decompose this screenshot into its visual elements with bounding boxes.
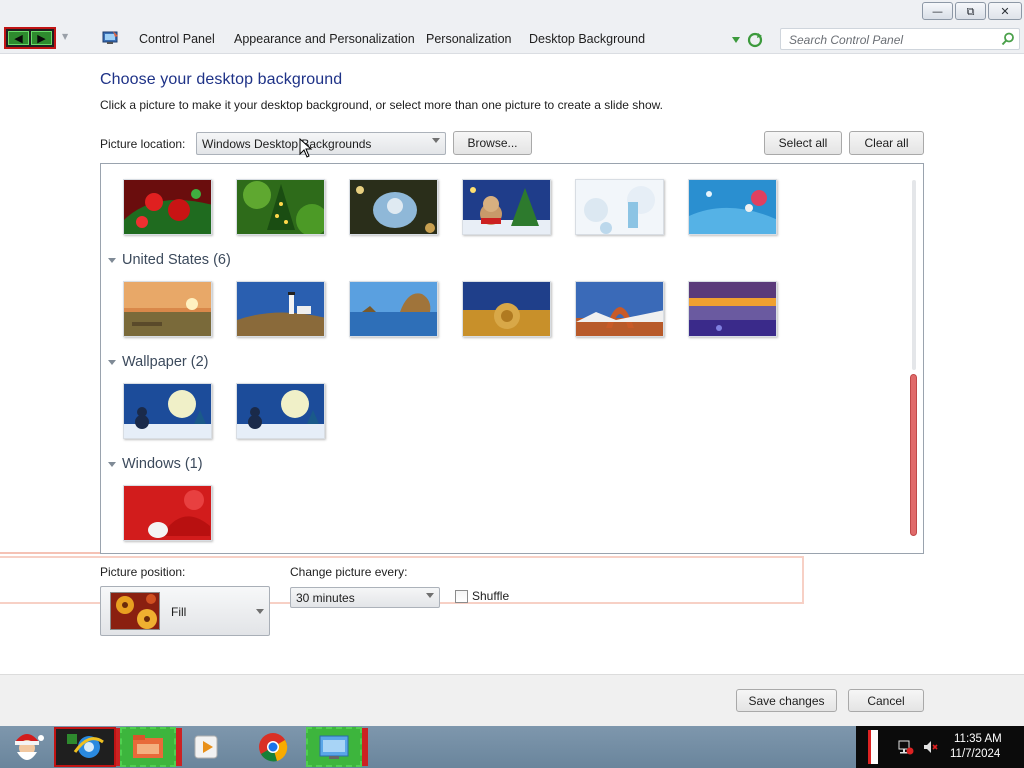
mouse-pointer-icon	[299, 138, 313, 158]
group-header-united-states[interactable]: United States (6)	[108, 252, 231, 268]
shuffle-checkbox[interactable]	[455, 589, 468, 603]
select-all-button[interactable]: Select all	[764, 131, 842, 155]
search-placeholder: Search Control Panel	[789, 33, 904, 47]
chevron-down-icon	[426, 593, 434, 598]
change-picture-label: Change picture every:	[290, 565, 408, 579]
change-interval-dropdown[interactable]: 30 minutes	[290, 587, 440, 608]
window-caption-bar: — ⧉ ✕	[0, 0, 1024, 24]
save-changes-button[interactable]: Save changes	[736, 689, 837, 712]
picture-position-label: Picture position:	[100, 565, 186, 579]
taskbar-separator	[362, 728, 368, 766]
taskbar-media-player[interactable]	[186, 727, 228, 767]
clock-date[interactable]: 11/7/2024	[950, 748, 1000, 760]
taskbar-separator	[176, 728, 182, 766]
thumbnail-christmas-bear[interactable]	[462, 179, 551, 235]
taskbar	[0, 726, 1024, 768]
group-header-windows[interactable]: Windows (1)	[108, 456, 203, 472]
breadcrumb-personalization[interactable]: Personalization	[426, 32, 511, 46]
thumbnail-haystack-rock[interactable]	[349, 281, 438, 337]
picture-gallery[interactable]: United States (6) Wallpaper (2) Windows …	[100, 163, 924, 554]
volume-muted-icon[interactable]	[922, 739, 938, 755]
close-button[interactable]: ✕	[988, 2, 1022, 20]
taskbar-file-explorer[interactable]	[120, 727, 176, 767]
refresh-icon[interactable]	[747, 32, 763, 48]
thumbnail-santa-hat[interactable]	[123, 485, 212, 541]
cancel-button[interactable]: Cancel	[848, 689, 924, 712]
cut-off-group-header	[173, 163, 189, 164]
group-title: Windows (1)	[122, 456, 203, 472]
thumbnail-green-christmas-tree[interactable]	[236, 179, 325, 235]
thumbnail-hay-bale[interactable]	[462, 281, 551, 337]
highlight-line	[0, 552, 100, 554]
clock-time[interactable]: 11:35 AM	[954, 733, 1002, 745]
recent-pages-dropdown[interactable]: ▼	[62, 32, 70, 42]
taskbar-internet-explorer[interactable]	[54, 727, 116, 767]
shuffle-label: Shuffle	[472, 589, 510, 603]
back-button[interactable]: ◀	[8, 31, 29, 45]
thumbnail-delicate-arch[interactable]	[575, 281, 664, 337]
breadcrumb-desktop-background[interactable]: Desktop Background	[529, 32, 645, 46]
picture-position-value: Fill	[171, 605, 187, 619]
taskbar-chrome[interactable]	[252, 727, 294, 767]
thumbnail-snowy-ice[interactable]	[575, 179, 664, 235]
thumbnail-lighthouse[interactable]	[236, 281, 325, 337]
back-arrow-icon: ◀	[14, 31, 23, 45]
breadcrumb-control-panel[interactable]: Control Panel	[139, 32, 215, 46]
scrollbar-thumb[interactable]	[910, 374, 917, 536]
network-icon[interactable]	[898, 739, 914, 755]
picture-location-value: Windows Desktop Backgrounds	[202, 137, 372, 151]
breadcrumb-appearance[interactable]: Appearance and Personalization	[234, 32, 415, 46]
search-icon[interactable]	[1001, 32, 1015, 46]
page-instructions: Click a picture to make it your desktop …	[100, 98, 663, 112]
search-box[interactable]: Search Control Panel	[780, 28, 1020, 50]
chrome-icon	[259, 733, 288, 762]
clear-all-button[interactable]: Clear all	[849, 131, 924, 155]
picture-location-label: Picture location:	[100, 137, 186, 151]
collapse-triangle-icon	[108, 359, 116, 365]
santa-start-icon	[15, 734, 44, 760]
restore-button[interactable]: ⧉	[955, 2, 986, 20]
forward-arrow-icon: ▶	[37, 31, 46, 45]
control-panel-icon	[102, 31, 118, 44]
thumbnail-snowman-night-2[interactable]	[236, 383, 325, 439]
minimize-icon: —	[932, 4, 943, 18]
history-dropdown-icon[interactable]	[731, 36, 741, 44]
forward-button[interactable]: ▶	[31, 31, 52, 45]
scrollbar-track[interactable]	[912, 180, 916, 370]
browse-button[interactable]: Browse...	[453, 131, 532, 155]
thumbnail-red-ornaments[interactable]	[123, 179, 212, 235]
restore-icon: ⧉	[966, 4, 975, 18]
nav-buttons: ◀ ▶	[4, 27, 56, 49]
thumbnail-fairy-lights[interactable]	[349, 179, 438, 235]
taskbar-control-panel[interactable]	[306, 727, 362, 767]
folder-icon	[133, 735, 163, 758]
media-player-icon	[194, 735, 218, 759]
picture-location-dropdown[interactable]: Windows Desktop Backgrounds	[196, 132, 446, 155]
thumbnail-sunset-field[interactable]	[123, 281, 212, 337]
collapse-triangle-icon	[108, 461, 116, 467]
group-title: United States (6)	[122, 252, 231, 268]
address-actions	[731, 32, 771, 48]
internet-explorer-icon	[67, 734, 104, 758]
gallery-scrollbar[interactable]	[909, 178, 919, 539]
group-title: Wallpaper (2)	[122, 354, 209, 370]
start-button[interactable]	[2, 727, 52, 767]
close-icon: ✕	[1000, 4, 1010, 18]
minimize-button[interactable]: —	[922, 2, 953, 20]
action-center-flag[interactable]	[868, 730, 878, 764]
address-bar: ◀ ▶ ▼ Control Panel Appearance and Perso…	[0, 24, 1024, 54]
picture-position-dropdown[interactable]: Fill	[100, 586, 270, 636]
thumbnail-blue-ribbon[interactable]	[688, 179, 777, 235]
group-header-wallpaper[interactable]: Wallpaper (2)	[108, 354, 209, 370]
chevron-down-icon	[432, 138, 440, 143]
collapse-triangle-icon	[108, 257, 116, 263]
thumbnail-snowman-night-1[interactable]	[123, 383, 212, 439]
position-preview-image	[110, 592, 160, 630]
shuffle-option[interactable]: Shuffle	[455, 589, 509, 603]
chevron-down-icon	[256, 609, 264, 614]
page-title: Choose your desktop background	[100, 71, 343, 88]
change-interval-value: 30 minutes	[296, 591, 355, 605]
control-panel-window-icon	[319, 735, 349, 759]
thumbnail-lake-sunset[interactable]	[688, 281, 777, 337]
